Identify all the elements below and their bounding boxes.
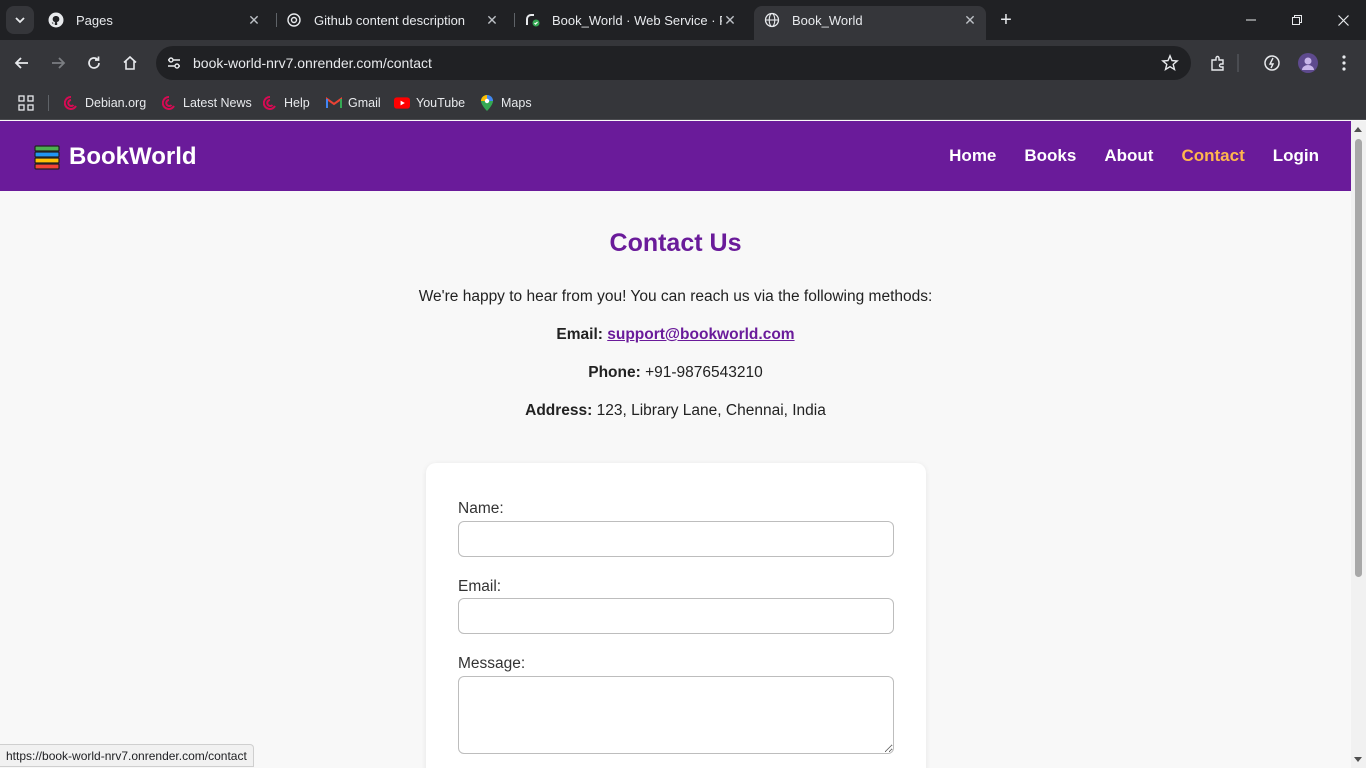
bookmark-label: Maps: [501, 96, 532, 110]
bookmark-divider: [48, 95, 49, 111]
youtube-icon: [394, 95, 410, 111]
address-bar[interactable]: book-world-nrv7.onrender.com/contact: [156, 46, 1191, 80]
url-text[interactable]: book-world-nrv7.onrender.com/contact: [193, 55, 432, 71]
scroll-up-arrow-icon[interactable]: [1354, 127, 1362, 132]
nav-login-link[interactable]: Login: [1273, 146, 1319, 166]
tab-title: Pages: [76, 12, 113, 28]
debian-icon: [63, 95, 79, 111]
maps-icon: [479, 95, 495, 111]
email-label: Email:: [556, 326, 603, 343]
page-scrollbar[interactable]: [1351, 121, 1366, 768]
chevron-down-icon: [15, 17, 25, 24]
message-textarea[interactable]: [458, 676, 894, 754]
scroll-thumb[interactable]: [1355, 139, 1362, 577]
page-title: Contact Us: [609, 229, 742, 257]
site-logo[interactable]: BookWorld: [34, 143, 197, 171]
apps-grid-icon[interactable]: [18, 93, 34, 113]
extensions-puzzle-icon[interactable]: [1203, 48, 1233, 78]
bookmark-help[interactable]: Help: [262, 93, 310, 113]
kebab-menu-icon[interactable]: [1329, 48, 1359, 78]
contact-email-line: Email: support@bookworld.com: [0, 326, 1351, 344]
nav-home-link[interactable]: Home: [949, 146, 996, 166]
back-arrow-icon[interactable]: [7, 48, 37, 78]
close-window-icon[interactable]: [1320, 0, 1366, 40]
support-email-link[interactable]: support@bookworld.com: [607, 326, 794, 343]
reload-icon[interactable]: [79, 48, 109, 78]
tab-title: Github content description: [314, 12, 466, 28]
bookmark-label: Latest News: [183, 96, 252, 110]
email-field-label: Email:: [458, 578, 502, 595]
tab-render-service[interactable]: Book_World · Web Service · Re ✕: [514, 6, 746, 34]
contact-form: Name: Email: Message:: [426, 463, 926, 768]
name-input[interactable]: [458, 521, 894, 557]
scroll-down-arrow-icon[interactable]: [1354, 757, 1362, 762]
toolbar-divider: [1232, 48, 1244, 78]
gmail-icon: [326, 95, 342, 111]
tab-title: Book_World · Web Service · Re: [552, 12, 722, 28]
tab-book-world[interactable]: Book_World ✕: [754, 6, 986, 40]
globe-icon: [764, 12, 780, 28]
tab-title: Book_World: [792, 12, 863, 28]
phone-label: Phone:: [588, 364, 641, 381]
browser-toolbar: book-world-nrv7.onrender.com/contact: [0, 40, 1366, 86]
performance-icon[interactable]: [1257, 48, 1287, 78]
site-settings-icon[interactable]: [162, 51, 186, 75]
bookmark-debian[interactable]: Debian.org: [63, 93, 146, 113]
email-input[interactable]: [458, 598, 894, 634]
name-label: Name:: [458, 500, 504, 517]
restore-icon[interactable]: [1274, 0, 1320, 40]
bookmark-star-icon[interactable]: [1161, 53, 1179, 72]
brand-name: BookWorld: [69, 143, 197, 170]
nav-books-link[interactable]: Books: [1024, 146, 1076, 166]
bookmark-label: YouTube: [416, 96, 466, 110]
address-label: Address:: [525, 402, 593, 419]
browser-tab-bar: Pages ✕ Github content description ✕ Boo…: [0, 0, 1366, 40]
phone-value: +91-9876543210: [645, 364, 763, 381]
bookmark-maps[interactable]: Maps: [479, 93, 532, 113]
bookmarks-bar: Debian.org Latest News Help Gmail YouTub…: [0, 86, 1366, 120]
bookmark-gmail[interactable]: Gmail: [326, 93, 381, 113]
close-icon[interactable]: ✕: [246, 12, 262, 28]
nav-about-link[interactable]: About: [1104, 146, 1153, 166]
contact-address-line: Address: 123, Library Lane, Chennai, Ind…: [0, 402, 1351, 420]
contact-section: Contact Us We're happy to hear from you!…: [0, 191, 1351, 420]
openai-icon: [286, 12, 302, 28]
contact-intro: We're happy to hear from you! You can re…: [418, 288, 933, 305]
message-label: Message:: [458, 655, 526, 672]
tab-search-button[interactable]: [6, 6, 34, 34]
main-nav: Home Books About Contact Login: [921, 146, 1319, 166]
debian-icon: [161, 95, 177, 111]
profile-avatar[interactable]: [1293, 48, 1323, 78]
close-icon[interactable]: ✕: [962, 12, 978, 28]
minimize-icon[interactable]: [1228, 0, 1274, 40]
debian-icon: [262, 95, 278, 111]
tab-github-content[interactable]: Github content description ✕: [276, 6, 508, 34]
address-value: 123, Library Lane, Chennai, India: [596, 402, 826, 419]
bookmark-latest-news[interactable]: Latest News: [161, 93, 252, 113]
forward-arrow-icon[interactable]: [43, 48, 73, 78]
tab-pages[interactable]: Pages ✕: [38, 6, 270, 34]
home-icon[interactable]: [115, 48, 145, 78]
bookmark-youtube[interactable]: YouTube: [394, 93, 465, 113]
link-status-bubble: https://book-world-nrv7.onrender.com/con…: [0, 744, 254, 767]
render-icon: [524, 12, 540, 28]
new-tab-plus-icon[interactable]: +: [994, 8, 1018, 32]
close-icon[interactable]: ✕: [484, 12, 500, 28]
bookmark-label: Gmail: [348, 96, 381, 110]
bookmark-label: Help: [284, 96, 310, 110]
books-icon: [34, 145, 60, 170]
web-page: BookWorld Home Books About Contact Login…: [0, 121, 1351, 768]
nav-contact-link[interactable]: Contact: [1181, 146, 1244, 166]
contact-phone-line: Phone: +91-9876543210: [0, 364, 1351, 382]
github-icon: [48, 12, 64, 28]
bookmark-label: Debian.org: [85, 96, 147, 110]
site-header: BookWorld Home Books About Contact Login: [0, 121, 1351, 191]
close-icon[interactable]: ✕: [722, 12, 738, 28]
